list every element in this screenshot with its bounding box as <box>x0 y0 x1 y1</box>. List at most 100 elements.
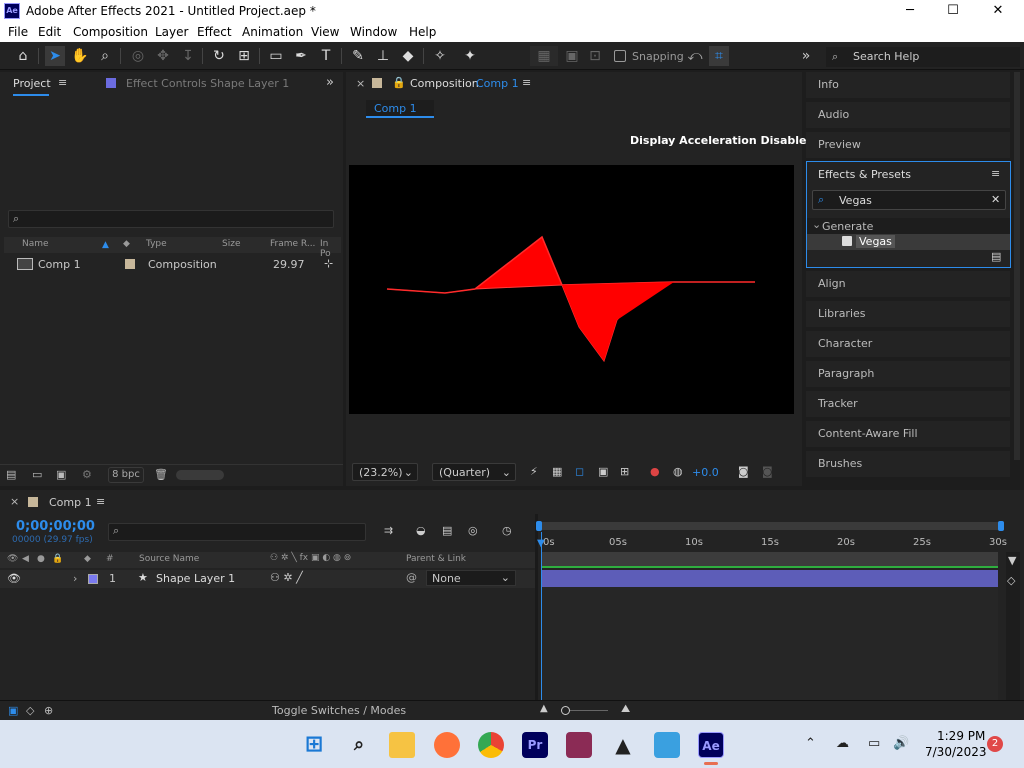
project-menu-icon[interactable]: ≡ <box>58 76 67 89</box>
exposure-value[interactable]: +0.0 <box>692 466 719 479</box>
composition-tab-name[interactable]: Comp 1 <box>476 77 519 90</box>
layer-switches-icons[interactable]: ⚇ ✲ ╱ <box>270 571 303 584</box>
hide-shy-layers-icon[interactable]: ▤ <box>442 524 452 537</box>
effects-search-input[interactable]: ⌕ Vegas ✕ <box>812 190 1006 210</box>
roto-brush-icon[interactable]: ✧ <box>430 46 450 66</box>
motion-blur-icon[interactable]: ◷ <box>502 524 512 537</box>
project-item-row[interactable]: Comp 1 Composition 29.97 ⊹ <box>4 256 341 274</box>
maximize-button[interactable]: ☐ <box>933 1 973 21</box>
work-area-bar[interactable] <box>538 522 1004 530</box>
work-area-region[interactable] <box>541 552 998 566</box>
panel-paragraph[interactable]: Paragraph <box>806 361 1010 387</box>
delete-trash-icon[interactable]: 🗑 <box>154 468 168 481</box>
playhead-icon[interactable]: ▼ <box>537 538 545 549</box>
clear-search-icon[interactable]: ✕ <box>991 193 1000 206</box>
rectangle-tool-icon[interactable]: ▭ <box>266 46 286 66</box>
panel-content-aware-fill[interactable]: Content-Aware Fill <box>806 421 1010 447</box>
new-folder-icon[interactable]: ▤ <box>991 250 1001 263</box>
after-effects-icon[interactable]: Ae <box>698 732 724 758</box>
fast-previews-icon[interactable]: ⚡ <box>530 465 538 478</box>
panel-tracker[interactable]: Tracker <box>806 391 1010 417</box>
frame-blending-icon[interactable]: ◎ <box>468 524 478 537</box>
dolly-camera-icon[interactable]: ↧ <box>178 46 198 66</box>
winrar-icon[interactable] <box>566 732 592 758</box>
firefox-icon[interactable] <box>434 732 460 758</box>
menu-window[interactable]: Window <box>350 25 397 39</box>
color-channels-icon[interactable]: ● <box>650 465 660 478</box>
menu-help[interactable]: Help <box>409 25 436 39</box>
vegas-effect-row[interactable] <box>807 234 1010 250</box>
work-area-start-handle[interactable] <box>536 521 542 531</box>
chrome-icon[interactable] <box>478 732 504 758</box>
lock-icon[interactable]: 🔒 <box>392 76 406 89</box>
current-timecode[interactable]: 0;00;00;00 <box>16 519 95 534</box>
premiere-pro-icon[interactable]: Pr <box>522 732 548 758</box>
show-snapshot-icon[interactable]: ◙ <box>762 465 773 478</box>
panel-align[interactable]: Align <box>806 271 1010 297</box>
close-window-button[interactable]: ✕ <box>978 1 1018 21</box>
snapping-checkbox[interactable] <box>614 50 626 62</box>
zoom-out-icon[interactable]: ▲ <box>540 703 548 714</box>
timeline-track-area[interactable] <box>541 587 998 700</box>
timeline-menu-icon[interactable]: ≡ <box>96 495 105 508</box>
network-disconnected-icon[interactable]: ☁ <box>836 736 849 751</box>
world-axis-icon[interactable]: ▣ <box>562 46 582 66</box>
eraser-icon[interactable]: ◆ <box>398 46 418 66</box>
mask-visibility-icon[interactable]: ◻ <box>575 465 584 478</box>
menu-edit[interactable]: Edit <box>38 25 61 39</box>
expand-chevron-icon[interactable]: › <box>73 572 77 585</box>
resolution-dropdown[interactable]: (Quarter) ⌄ <box>432 463 516 481</box>
selection-tool-icon[interactable]: ➤ <box>45 46 65 66</box>
column-type[interactable]: Type <box>146 239 167 249</box>
column-frame-rate[interactable]: Frame R... <box>270 239 315 249</box>
color-management-icon[interactable]: ◍ <box>673 465 683 478</box>
transparency-grid-icon[interactable]: ▦ <box>552 465 562 478</box>
toggle-switches-modes[interactable]: Toggle Switches / Modes <box>272 704 406 717</box>
show-hidden-icons-icon[interactable]: ⌃ <box>805 736 816 751</box>
lock-header-icon[interactable]: 🔒 <box>52 554 63 564</box>
panel-brushes[interactable]: Brushes <box>806 451 1010 477</box>
inkscape-icon[interactable]: ▲ <box>610 732 636 758</box>
label-tag-icon[interactable]: ◆ <box>84 554 91 564</box>
windows-start-icon[interactable]: ⊞ <box>301 732 327 758</box>
current-time-indicator[interactable] <box>541 532 542 700</box>
column-name[interactable]: Name <box>22 239 49 249</box>
right-panels-scrollbar[interactable] <box>1014 72 1020 460</box>
orbit-camera-icon[interactable]: ◎ <box>128 46 148 66</box>
panel-preview[interactable]: Preview <box>806 132 1010 158</box>
in-out-toggle-icon[interactable]: ⊕ <box>44 704 53 717</box>
menu-file[interactable]: File <box>8 25 28 39</box>
category-generate[interactable]: Generate <box>822 220 873 233</box>
audio-header-icon[interactable]: ◀ <box>22 554 29 564</box>
transfer-controls-icon[interactable]: ◇ <box>26 704 34 717</box>
magnification-dropdown[interactable]: (23.2%) ⌄ <box>352 463 418 481</box>
time-ruler[interactable]: 0s 05s 10s 15s 20s 25s 30s <box>538 532 1007 550</box>
effect-vegas[interactable]: Vegas <box>856 235 895 248</box>
pan-camera-icon[interactable]: ✥ <box>153 46 173 66</box>
tab-project[interactable]: Project <box>13 77 51 90</box>
toolbar-overflow-icon[interactable]: » <box>796 46 816 66</box>
project-settings-icon[interactable]: ⚙ <box>82 468 92 481</box>
parent-link-header[interactable]: Parent & Link <box>406 554 466 564</box>
timeline-search-input[interactable] <box>108 523 366 541</box>
brush-tool-icon[interactable]: ✎ <box>348 46 368 66</box>
expand-chevron-icon[interactable]: ⌄ <box>812 218 821 231</box>
zoom-slider-thumb[interactable] <box>561 706 570 715</box>
flowchart-icon[interactable]: ⊹ <box>324 257 333 270</box>
layer-number-header[interactable]: # <box>106 554 114 564</box>
type-tool-icon[interactable]: T <box>316 46 336 66</box>
puppet-pin-icon[interactable]: ✦ <box>460 46 480 66</box>
search-help-field[interactable]: ⌕ Search Help <box>826 47 1020 67</box>
snap-edges-icon[interactable]: ⤺ <box>685 46 705 66</box>
switches-header-icons[interactable]: ⚇ ✲ ╲ fx ▣ ◐ ◍ ⊚ <box>270 553 351 563</box>
file-explorer-icon[interactable] <box>389 732 415 758</box>
comp-navigator-chip[interactable]: Comp 1 <box>366 100 434 118</box>
layer-label-color[interactable] <box>88 574 98 584</box>
effects-presets-title[interactable]: Effects & Presets <box>818 168 911 181</box>
thumbnail-scroll[interactable] <box>176 470 224 480</box>
label-tag-icon[interactable]: ◆ <box>123 239 130 249</box>
interpret-footage-icon[interactable]: ▤ <box>6 468 16 481</box>
clock-date[interactable]: 7/30/2023 <box>925 745 987 759</box>
menu-layer[interactable]: Layer <box>155 25 188 39</box>
rotation-tool-icon[interactable]: ↻ <box>209 46 229 66</box>
